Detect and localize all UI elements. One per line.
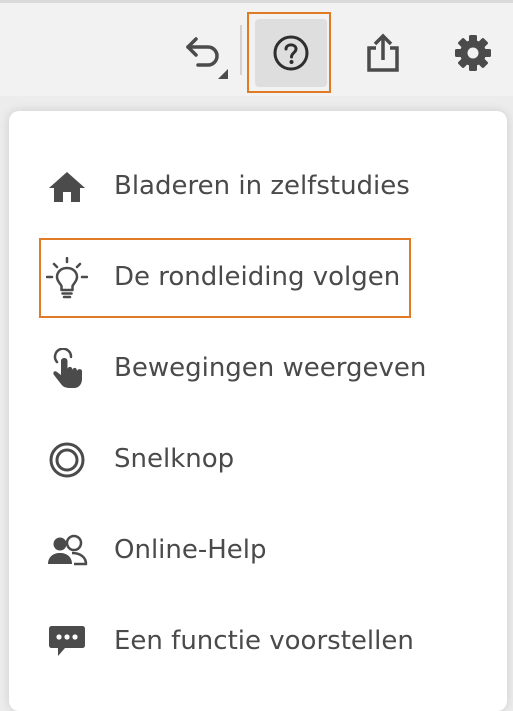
menu-item-label: De rondleiding volgen [114, 262, 401, 292]
menu-item-suggest-feature[interactable]: Een functie voorstellen [9, 606, 507, 676]
menu-item-take-tour[interactable]: De rondleiding volgen [9, 242, 507, 312]
menu-item-label: Een functie voorstellen [114, 626, 414, 656]
home-icon [45, 165, 89, 209]
toolbar-divider [240, 25, 242, 75]
users-icon [45, 529, 89, 573]
settings-button[interactable] [444, 23, 502, 83]
speech-bubble-icon [45, 620, 89, 664]
gear-icon [455, 35, 491, 71]
help-menu: Bladeren in zelfstudies De rondleiding v… [9, 111, 507, 711]
menu-item-label: Snelknop [114, 444, 235, 474]
touch-gesture-icon [45, 347, 89, 391]
undo-dropdown-caret[interactable] [218, 69, 228, 79]
menu-item-label: Bladeren in zelfstudies [114, 171, 410, 201]
share-icon [367, 33, 399, 72]
toolbar [0, 0, 513, 96]
menu-item-browse-tutorials[interactable]: Bladeren in zelfstudies [9, 151, 507, 221]
menu-item-show-gestures[interactable]: Bewegingen weergeven [9, 333, 507, 403]
menu-item-online-help[interactable]: Online-Help [9, 515, 507, 585]
menu-item-label: Bewegingen weergeven [114, 353, 427, 383]
help-button-highlight [247, 12, 331, 93]
undo-icon [186, 37, 219, 67]
share-button[interactable] [354, 23, 412, 83]
lightbulb-icon [45, 256, 89, 300]
menu-item-quick-button[interactable]: Snelknop [9, 424, 507, 494]
touch-shortcut-icon [45, 438, 89, 482]
menu-item-label: Online-Help [114, 535, 267, 565]
